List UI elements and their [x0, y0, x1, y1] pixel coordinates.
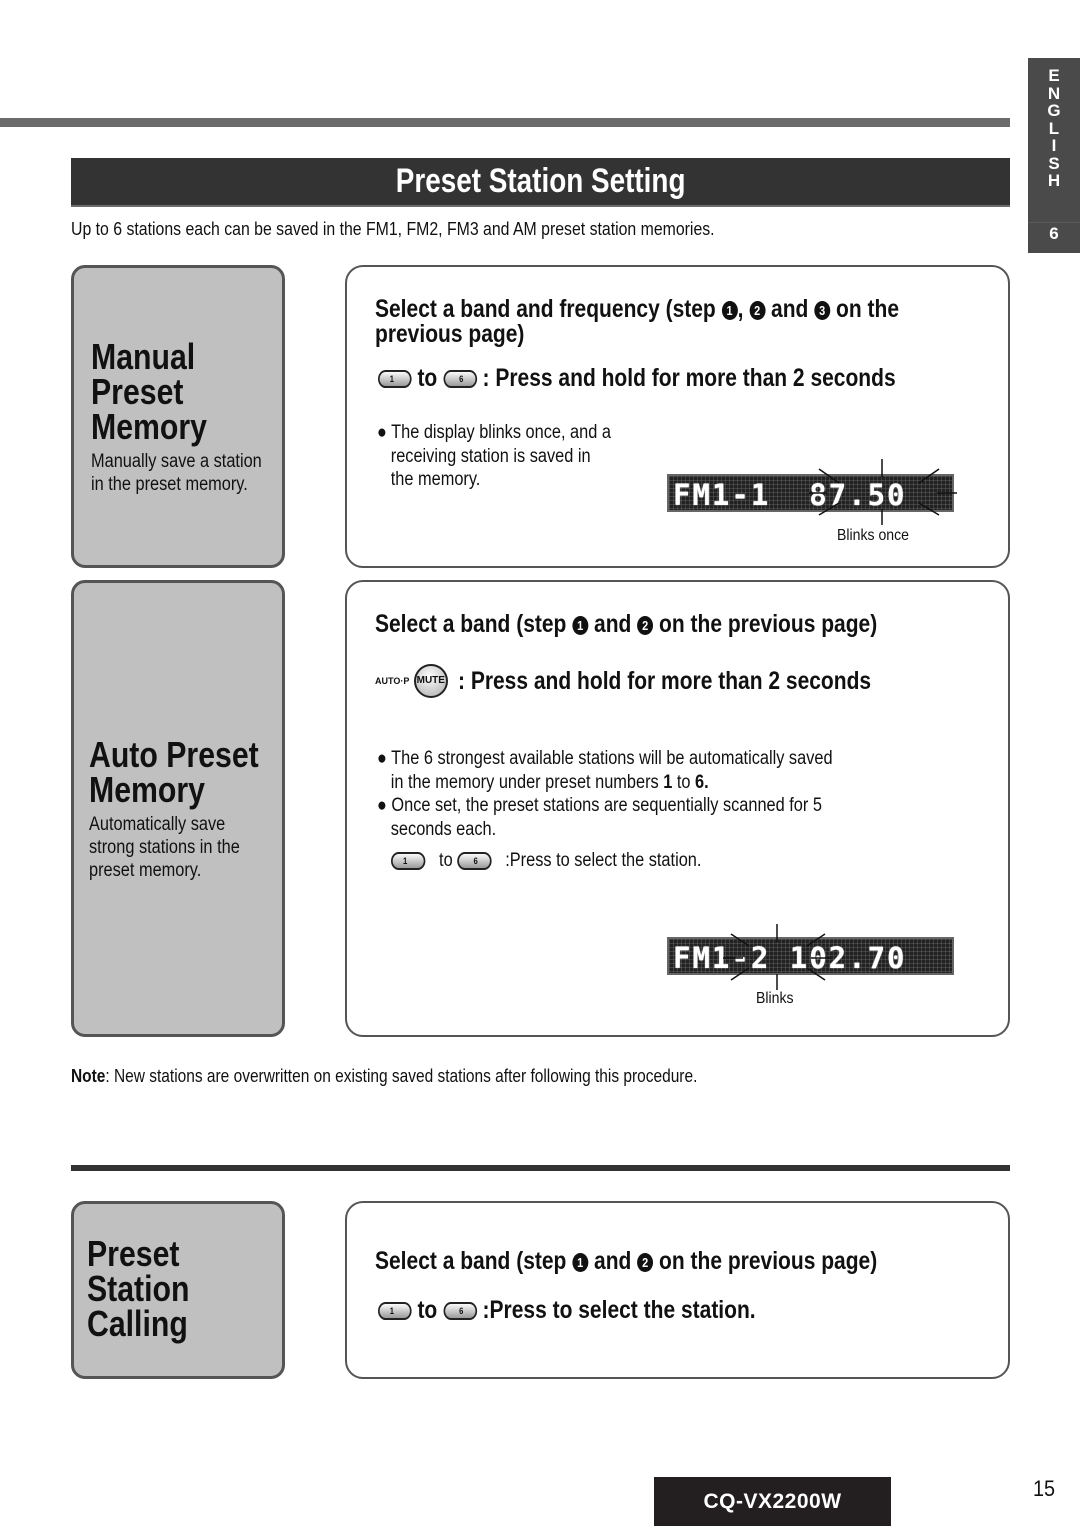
mute-button-icon: MUTE [413, 664, 448, 698]
manual-preset-label-box: Manual Preset Memory Manually save a sta… [71, 265, 285, 568]
step-instruction: Select a band and frequency (step 1, 2 a… [375, 295, 900, 348]
bullet-item: ● The 6 strongest available stations wil… [377, 748, 833, 769]
section-subtitle: Automatically save strong stations in th… [89, 814, 240, 881]
auto-p-label: AUTO·P [375, 676, 410, 686]
page-number: 15 [1033, 1476, 1056, 1501]
button-instruction: AUTO·P MUTE : Press and hold for more th… [375, 664, 950, 698]
note: Note: New stations are overwritten on ex… [71, 1066, 698, 1086]
section-title: Manual Preset Memory [91, 336, 207, 447]
step-1-icon: 1 [572, 616, 589, 635]
bullet-list: ● The 6 strongest available stations wil… [377, 748, 833, 840]
top-rule [0, 118, 1010, 127]
step-1-icon: 1 [721, 301, 738, 320]
preset-button-6-icon: 6 [457, 851, 492, 870]
step-1-icon: 1 [572, 1253, 589, 1272]
section-subtitle: Manually save a station in the preset me… [91, 451, 262, 495]
blink-rays-icon [723, 924, 831, 990]
auto-preset-label-box: Auto Preset Memory Automatically save st… [71, 580, 285, 1037]
button-instruction: 1 to 6 :Press to select the station. [378, 1298, 756, 1323]
page-title-bar: Preset Station Setting [71, 158, 1010, 207]
divider [1028, 222, 1080, 223]
preset-button-6-icon: 6 [443, 1302, 477, 1321]
auto-preset-instructions: Select a band (step 1 and 2 on the previ… [345, 580, 1010, 1037]
bullet-icon: ● [377, 748, 387, 769]
intro-text: Up to 6 stations each can be saved in th… [71, 219, 715, 239]
step-instruction: Select a band (step 1 and 2 on the previ… [375, 1247, 878, 1275]
page-title: Preset Station Setting [395, 162, 686, 200]
press-instruction: 1 to 6 :Press to select the station. [391, 849, 701, 873]
display-caption: Blinks [756, 990, 794, 1007]
note-label: Note [71, 1066, 106, 1086]
section-number: 6 [1049, 224, 1059, 243]
preset-button-1-icon: 1 [391, 851, 426, 870]
model-badge: CQ-VX2200W [654, 1477, 891, 1526]
step-2-icon: 2 [749, 301, 766, 320]
blink-rays-icon [809, 459, 957, 525]
step-instruction: Select a band (step 1 and 2 on the previ… [375, 610, 878, 638]
preset-button-1-icon: 1 [378, 1302, 412, 1321]
bullet-item: ● Once set, the preset stations are sequ… [377, 795, 822, 816]
language-tab: ENGLISH 6 [1028, 58, 1080, 253]
button-instruction: 1 to 6 : Press and hold for more than 2 … [378, 366, 896, 391]
display-caption: Blinks once [837, 527, 910, 544]
language-label: ENGLISH [1047, 66, 1061, 190]
bullet-icon: ● [377, 422, 387, 443]
preset-button-6-icon: 6 [443, 370, 477, 389]
section-title: Auto Preset Memory [89, 734, 259, 810]
section-divider [71, 1165, 1010, 1171]
preset-calling-instructions: Select a band (step 1 and 2 on the previ… [345, 1201, 1010, 1379]
section-title: Preset Station Calling [87, 1233, 190, 1344]
preset-button-1-icon: 1 [378, 370, 412, 389]
step-2-icon: 2 [637, 1253, 654, 1272]
step-2-icon: 2 [637, 616, 654, 635]
preset-calling-label-box: Preset Station Calling [71, 1201, 285, 1379]
bullet-icon: ● [377, 795, 387, 816]
manual-preset-instructions: Select a band and frequency (step 1, 2 a… [345, 265, 1010, 568]
bullet-item: ● The display blinks once, and a receivi… [377, 422, 611, 490]
step-3-icon: 3 [814, 301, 831, 320]
